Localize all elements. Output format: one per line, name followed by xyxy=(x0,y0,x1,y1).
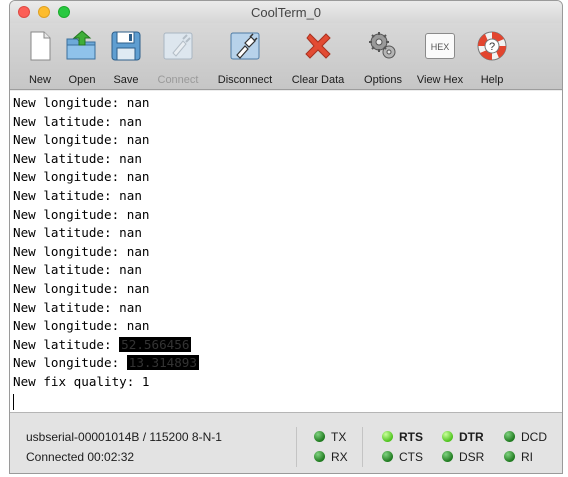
clear-x-icon xyxy=(305,33,331,59)
terminal-line: New latitude: nan xyxy=(13,225,142,241)
rx-led-icon xyxy=(314,451,325,462)
dsr-led-icon xyxy=(442,451,453,462)
open-folder-icon xyxy=(66,30,96,60)
rx-label: RX xyxy=(331,450,348,464)
terminal-line: New longitude: nan xyxy=(13,280,150,296)
clear-data-button[interactable]: Clear Data xyxy=(288,23,348,89)
terminal-line: New longitude: nan xyxy=(13,169,150,185)
terminal-line: New latitude: nan xyxy=(13,150,142,166)
ri-led-icon xyxy=(504,451,515,462)
terminal-line: New longitude: nan xyxy=(13,243,150,259)
connect-plug-icon xyxy=(163,32,193,60)
clear-data-label: Clear Data xyxy=(291,74,345,86)
terminal-line-fix-quality: New fix quality: 1 xyxy=(13,373,150,389)
ri-label: RI xyxy=(521,450,533,464)
terminal-line: New latitude: nan xyxy=(13,187,142,203)
view-hex-button[interactable]: HEX View Hex xyxy=(414,23,466,89)
title-bar: CoolTerm_0 xyxy=(10,1,562,23)
tx-label: TX xyxy=(331,430,347,444)
longitude-prefix: New longitude: xyxy=(13,355,127,371)
terminal-line: New longitude: nan xyxy=(13,206,150,222)
dcd-led-icon xyxy=(504,431,515,442)
rts-toggle[interactable]: RTS xyxy=(382,427,423,447)
dcd-indicator: DCD xyxy=(504,427,547,447)
terminal-line: New longitude: nan xyxy=(13,318,150,334)
save-disk-icon xyxy=(111,31,141,61)
terminal-line: New latitude: nan xyxy=(13,299,142,315)
connect-button[interactable]: Connect xyxy=(150,23,206,89)
disconnect-label: Disconnect xyxy=(217,74,273,86)
dsr-label: DSR xyxy=(459,450,485,464)
hex-icon: HEX xyxy=(425,33,455,59)
toolbar: New Open Save Connect Disconnect Clear D… xyxy=(10,23,562,90)
terminal-output[interactable]: New longitude: nan New latitude: nan New… xyxy=(10,91,562,412)
help-label: Help xyxy=(480,74,504,86)
options-button[interactable]: Options xyxy=(358,23,408,89)
latitude-value-redacted: 52.566456 xyxy=(119,336,192,352)
ri-indicator: RI xyxy=(504,447,533,467)
hex-icon-text: HEX xyxy=(430,42,450,52)
terminal-lines: New longitude: nan New latitude: nan New… xyxy=(10,91,562,410)
dtr-led-icon xyxy=(442,431,453,442)
dtr-label: DTR xyxy=(459,430,484,444)
dcd-label: DCD xyxy=(521,430,547,444)
cts-label: CTS xyxy=(399,450,423,464)
rts-label: RTS xyxy=(399,430,423,444)
longitude-value-redacted: 13.314893 xyxy=(126,355,199,371)
rts-led-icon xyxy=(382,431,393,442)
tx-led-icon xyxy=(314,431,325,442)
dsr-indicator: DSR xyxy=(442,447,484,467)
connection-status: Connected 00:02:32 xyxy=(26,450,135,464)
window-title: CoolTerm_0 xyxy=(250,5,322,20)
disconnect-plug-icon xyxy=(230,32,260,60)
port-settings: usbserial-00001014B / 115200 8-N-1 xyxy=(26,430,222,444)
terminal-line: New longitude: nan xyxy=(13,95,150,110)
dtr-toggle[interactable]: DTR xyxy=(442,427,484,447)
latitude-prefix: New latitude: xyxy=(13,336,120,352)
terminal-line: New latitude: nan xyxy=(13,262,142,278)
coolterm-window: CoolTerm_0 New Open Save Connect Disconn… xyxy=(9,0,563,474)
new-document-icon xyxy=(30,31,51,61)
status-bar: usbserial-00001014B / 115200 8-N-1 Conne… xyxy=(10,412,562,473)
tx-indicator: TX xyxy=(314,427,346,447)
terminal-line: New longitude: nan xyxy=(13,132,150,148)
status-divider xyxy=(362,427,363,467)
cts-indicator: CTS xyxy=(382,447,423,467)
disconnect-button[interactable]: Disconnect xyxy=(214,23,276,89)
svg-text:?: ? xyxy=(489,41,495,53)
gears-icon xyxy=(369,32,396,59)
terminal-line-longitude: New longitude: 13.314893 xyxy=(13,354,562,373)
lifebuoy-icon: ? xyxy=(477,31,507,61)
port-info: usbserial-00001014B / 115200 8-N-1 Conne… xyxy=(26,427,297,467)
rx-indicator: RX xyxy=(314,447,348,467)
terminal-line-latitude: New latitude: 52.566456 xyxy=(13,336,562,355)
text-cursor xyxy=(13,393,14,410)
cts-led-icon xyxy=(382,451,393,462)
terminal-line: New latitude: nan xyxy=(13,113,142,129)
help-button[interactable]: ? Help xyxy=(472,23,512,89)
